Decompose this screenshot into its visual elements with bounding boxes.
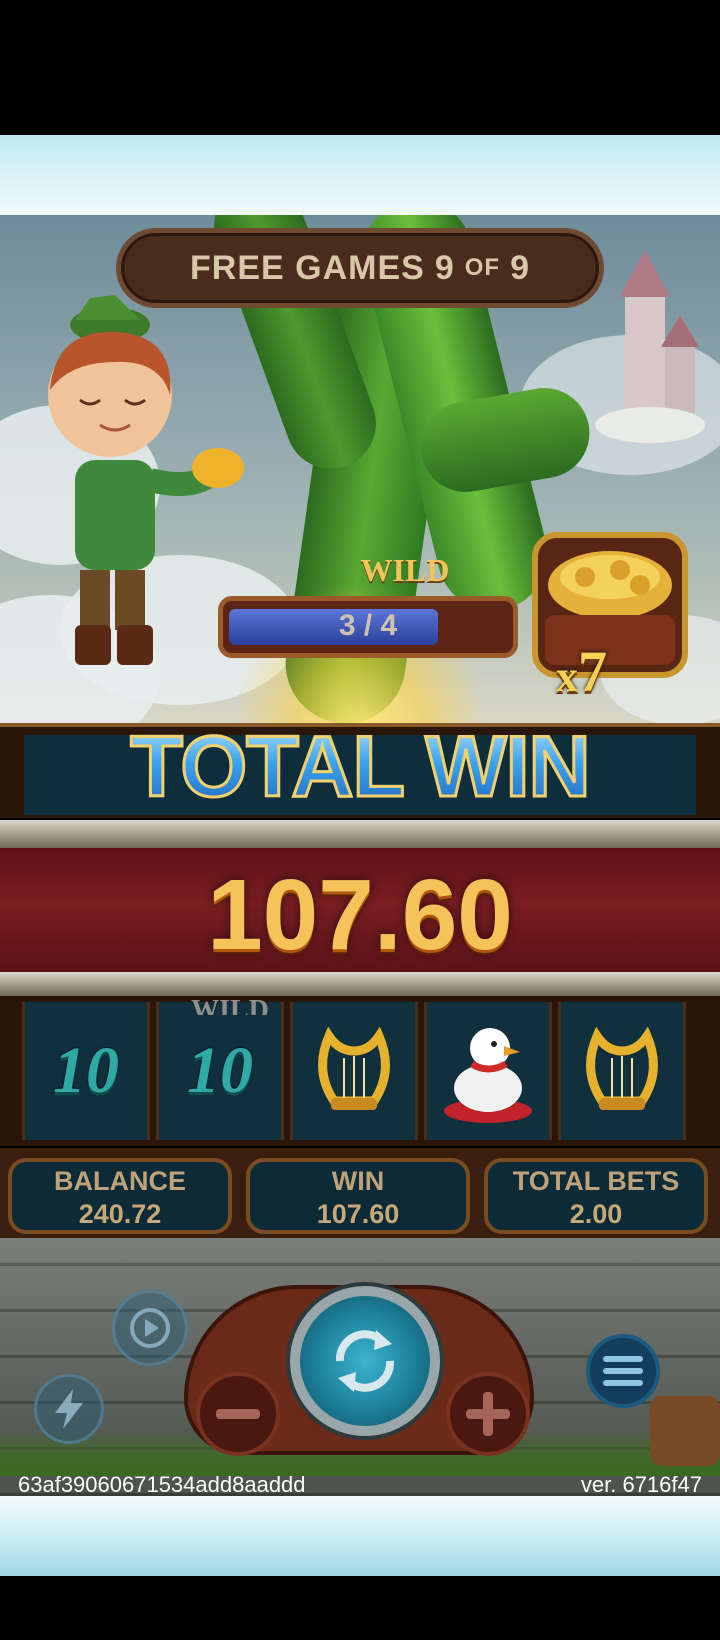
minus-icon [216, 1409, 260, 1419]
castle-icon [595, 250, 705, 443]
version-label: ver. 6716f47 [580, 1472, 702, 1497]
wild-progress-bar: 3 / 4 [218, 596, 518, 658]
wild-symbol-partial: WILD [191, 995, 269, 1015]
wild-meter-label: WILD [360, 552, 450, 588]
reel-4 [424, 1002, 552, 1140]
plus-icon [466, 1392, 510, 1436]
banner-rail-top [0, 820, 720, 848]
reel-3 [290, 1002, 418, 1140]
sky-strip-top [0, 135, 720, 215]
harp-icon [318, 1026, 390, 1110]
menu-button[interactable] [586, 1334, 660, 1408]
banner-rail-bottom [0, 972, 720, 996]
multiplier-value: 7 [578, 639, 607, 704]
ten-symbol: 10 [53, 1034, 119, 1107]
spin-arrows-icon [335, 1330, 395, 1392]
treasure-chest-icon [532, 532, 688, 678]
free-games-label: FREE GAMES [190, 248, 425, 287]
barrel-decoration [650, 1396, 720, 1466]
win-label: WIN [331, 1166, 385, 1196]
autoplay-icon [130, 1308, 170, 1348]
session-id: 63af39060671534add8aaddd [18, 1472, 306, 1497]
free-games-total: 9 [510, 248, 530, 287]
spin-button[interactable] [290, 1286, 440, 1436]
goose-egg-icon [444, 1028, 532, 1123]
balance-label: BALANCE [54, 1166, 186, 1196]
increase-bet-button[interactable] [446, 1372, 530, 1456]
total-bets-value: 2.00 [569, 1199, 623, 1229]
reel-1: 10 [22, 1002, 150, 1140]
total-win-amount: 107.60 [207, 859, 513, 971]
balance-panel: BALANCE 240.72 [8, 1158, 232, 1234]
balance-value: 240.72 [78, 1199, 162, 1229]
wild-progress-text: 3 / 4 [338, 609, 398, 642]
jack-character-icon [48, 295, 244, 665]
ten-symbol: 10 [187, 1034, 253, 1107]
multiplier-badge: x7 [556, 638, 607, 705]
hamburger-menu-icon [603, 1356, 643, 1386]
lightning-icon [55, 1389, 83, 1429]
free-games-of: OF [464, 254, 501, 281]
win-panel: WIN 107.60 [246, 1158, 470, 1234]
total-bets-panel: TOTAL BETS 2.00 [484, 1158, 708, 1234]
turbo-button[interactable] [34, 1374, 104, 1444]
reel-5 [558, 1002, 686, 1140]
harp-icon [586, 1026, 658, 1110]
win-value: 107.60 [316, 1199, 400, 1229]
sky-strip-bottom [0, 1496, 720, 1576]
multiplier-prefix: x [556, 652, 578, 701]
reel-2: 10 [156, 1002, 284, 1140]
free-games-current: 9 [434, 248, 455, 287]
autoplay-button[interactable] [112, 1290, 188, 1366]
total-win-title: TOTAL WIN [0, 718, 720, 817]
free-games-counter: FREE GAMES 9 OF 9 [116, 228, 604, 308]
total-bets-label: TOTAL BETS [512, 1166, 680, 1196]
decrease-bet-button[interactable] [196, 1372, 280, 1456]
